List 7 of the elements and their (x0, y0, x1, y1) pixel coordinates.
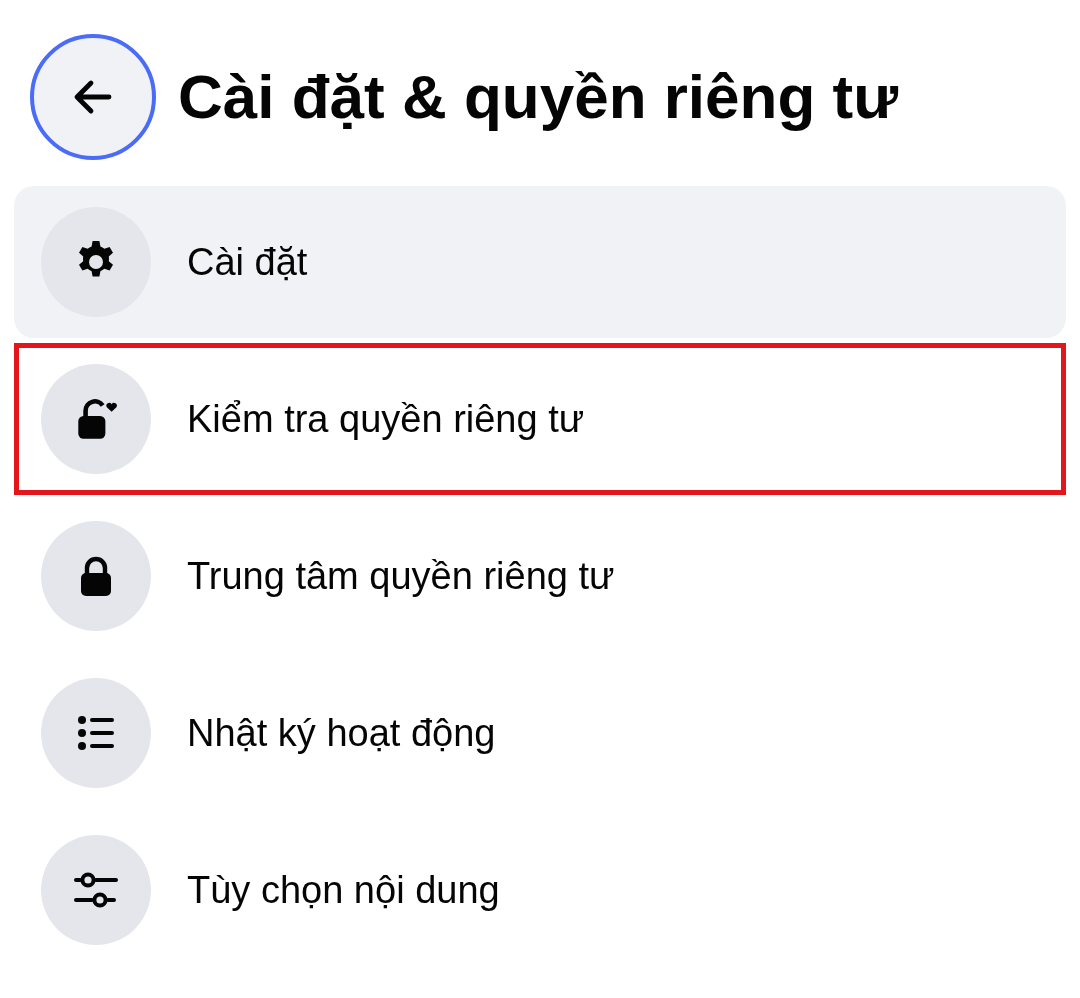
menu-item[interactable]: Kiểm tra quyền riêng tư (14, 343, 1066, 495)
menu-item-label: Tùy chọn nội dung (187, 867, 500, 913)
menu-item-label: Nhật ký hoạt động (187, 710, 496, 756)
menu-item-label: Trung tâm quyền riêng tư (187, 553, 615, 599)
menu-item-label: Cài đặt (187, 239, 308, 285)
menu-item[interactable]: Cài đặt (14, 186, 1066, 338)
menu-item-label: Kiểm tra quyền riêng tư (187, 396, 585, 442)
